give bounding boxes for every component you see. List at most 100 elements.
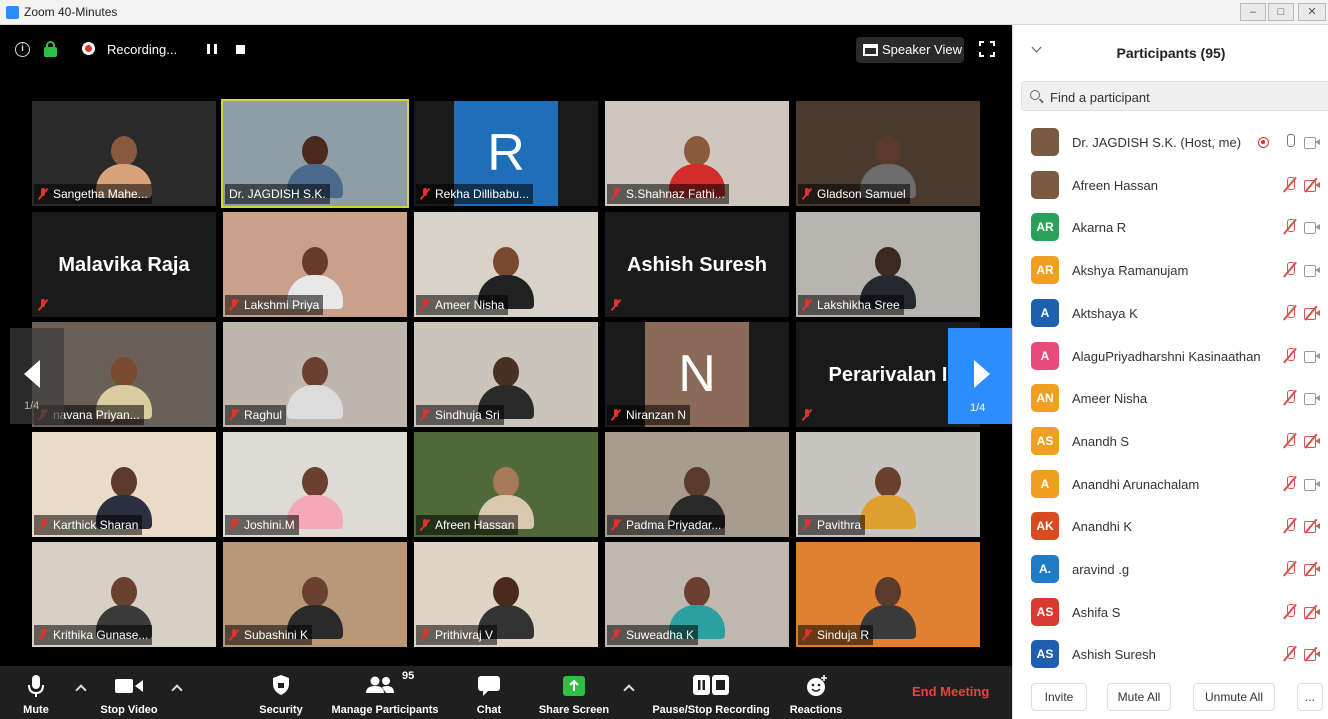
muted-mic-icon[interactable] — [1284, 219, 1296, 235]
participant-row[interactable]: A Aktshaya K — [1013, 294, 1328, 336]
muted-mic-icon[interactable] — [1284, 176, 1296, 193]
muted-mic-icon[interactable] — [1284, 304, 1296, 321]
participant-row[interactable]: Dr. JAGDISH S.K. (Host, me) — [1013, 123, 1328, 165]
chat-icon — [478, 676, 500, 696]
video-camera-icon[interactable] — [1304, 265, 1320, 278]
muted-mic-icon[interactable] — [1284, 432, 1296, 449]
video-tile[interactable]: Sinduja R — [796, 542, 980, 647]
muted-mic-icon[interactable] — [1284, 347, 1296, 364]
invite-button[interactable]: Invite — [1031, 683, 1087, 711]
video-tile[interactable]: Sangetha Mahe... — [32, 101, 216, 206]
close-window-button[interactable]: ✕ — [1298, 3, 1326, 21]
maximize-window-button[interactable]: □ — [1268, 3, 1294, 21]
muted-mic-icon[interactable] — [1284, 475, 1296, 492]
unmute-all-button[interactable]: Unmute All — [1193, 683, 1275, 711]
lock-icon[interactable] — [44, 41, 57, 57]
video-tile[interactable]: Lakshikha Sree — [796, 212, 980, 317]
video-camera-icon[interactable] — [1304, 393, 1320, 406]
participant-name: Prithivraj V — [435, 628, 494, 642]
muted-mic-icon[interactable] — [1284, 262, 1296, 278]
fullscreen-icon[interactable] — [979, 41, 995, 57]
participant-list-name: Ameer Nisha — [1072, 391, 1148, 407]
video-tile[interactable]: Dr. JAGDISH S.K. — [221, 99, 409, 208]
audio-options-caret-icon[interactable] — [75, 684, 87, 696]
participant-search-input[interactable]: Find a participant — [1021, 81, 1328, 111]
video-tile[interactable]: R Rekha Dillibabu... — [414, 101, 598, 206]
stop-video-label: Stop Video — [100, 704, 158, 716]
video-camera-icon[interactable] — [1304, 478, 1320, 491]
share-options-caret-icon[interactable] — [623, 684, 635, 696]
video-tile[interactable]: Ameer Nisha — [414, 212, 598, 317]
reactions-button[interactable]: Reactions — [786, 666, 846, 719]
muted-mic-icon — [611, 519, 621, 531]
muted-mic-icon[interactable] — [1284, 390, 1296, 406]
window-title: Zoom 40-Minutes — [24, 5, 118, 19]
video-tile[interactable]: Suweadha K — [605, 542, 789, 647]
participant-row[interactable]: A Anandhi Arunachalam — [1013, 465, 1328, 507]
participant-row[interactable]: A. aravind .g — [1013, 550, 1328, 592]
video-tile[interactable]: Ashish Suresh — [605, 212, 789, 317]
chat-button[interactable]: Chat — [466, 666, 512, 719]
video-tile[interactable]: Afreen Hassan — [414, 432, 598, 537]
pause-recording-icon[interactable] — [207, 44, 217, 54]
video-tile[interactable]: Subashini K — [223, 542, 407, 647]
participant-name: Afreen Hassan — [435, 518, 515, 532]
info-icon[interactable]: i — [15, 42, 30, 57]
video-tile[interactable]: Gladson Samuel — [796, 101, 980, 206]
muted-mic-icon[interactable] — [1284, 518, 1296, 534]
pause-stop-recording-button[interactable]: Pause/Stop Recording — [646, 666, 776, 719]
minimize-window-button[interactable]: – — [1240, 3, 1266, 21]
video-camera-icon[interactable] — [1304, 350, 1320, 363]
participant-row[interactable]: AN Ameer Nisha — [1013, 379, 1328, 421]
previous-page-button[interactable]: 1/4 — [10, 328, 64, 424]
participant-name-tag: Padma Priyadar... — [607, 515, 726, 535]
participant-row[interactable]: AS Anandh S — [1013, 422, 1328, 464]
participant-row[interactable]: AR Akshya Ramanujam — [1013, 251, 1328, 293]
video-tile[interactable]: Malavika Raja — [32, 212, 216, 317]
muted-mic-icon[interactable] — [1284, 646, 1296, 662]
video-options-caret-icon[interactable] — [171, 684, 183, 696]
participant-name: Pavithra — [817, 518, 862, 532]
participant-name-tag: Joshini.M — [225, 515, 299, 535]
participant-name: Sangetha Mahe... — [53, 187, 148, 201]
video-tile[interactable]: Prithivraj V — [414, 542, 598, 647]
video-tile[interactable]: Krithika Gunase... — [32, 542, 216, 647]
video-tile[interactable]: Raghul — [223, 322, 407, 427]
video-tile[interactable]: Sindhuja Sri — [414, 322, 598, 427]
muted-mic-icon — [802, 629, 812, 641]
security-button[interactable]: Security — [252, 666, 310, 719]
video-tile[interactable]: S.Shahnaz Fathi... — [605, 101, 789, 206]
stop-recording-icon[interactable] — [236, 45, 245, 54]
participant-name-tag: Raghul — [225, 405, 287, 425]
next-page-button[interactable]: 1/4 — [948, 328, 1012, 424]
video-camera-icon[interactable] — [1304, 222, 1320, 235]
stop-video-button[interactable]: Stop Video — [92, 666, 166, 719]
participant-row[interactable]: A AlaguPriyadharshni Kasinaathan — [1013, 337, 1328, 379]
video-tile[interactable]: Pavithra — [796, 432, 980, 537]
speaker-view-button[interactable]: Speaker View — [856, 37, 964, 63]
manage-participants-button[interactable]: 95 Manage Participants — [324, 666, 446, 719]
video-tile[interactable]: Joshini.M — [223, 432, 407, 537]
video-tile[interactable]: Lakshmi Priya — [223, 212, 407, 317]
participant-name: Padma Priyadar... — [626, 518, 722, 532]
video-camera-icon[interactable] — [1304, 137, 1320, 149]
more-options-button[interactable]: ... — [1297, 683, 1323, 711]
participant-row[interactable]: AS Ashish Suresh — [1013, 635, 1328, 677]
video-tile[interactable]: N Niranzan N — [605, 322, 789, 427]
mute-all-button[interactable]: Mute All — [1107, 683, 1171, 711]
participant-row[interactable]: AR Akarna R — [1013, 208, 1328, 250]
video-tile[interactable]: Padma Priyadar... — [605, 432, 789, 537]
end-meeting-button[interactable]: End Meeting — [912, 684, 989, 699]
participant-list-name: Afreen Hassan — [1072, 177, 1158, 193]
participant-name: S.Shahnaz Fathi... — [626, 187, 725, 201]
muted-mic-icon[interactable] — [1284, 603, 1296, 620]
participant-row[interactable]: Afreen Hassan — [1013, 166, 1328, 208]
microphone-icon[interactable] — [1284, 134, 1296, 150]
mute-button[interactable]: Mute — [10, 666, 62, 719]
participant-name: Joshini.M — [244, 518, 295, 532]
video-tile[interactable]: Karthick Sharan — [32, 432, 216, 537]
participant-row[interactable]: AS Ashifa S — [1013, 593, 1328, 635]
participant-row[interactable]: AK Anandhi K — [1013, 507, 1328, 549]
muted-mic-icon[interactable] — [1284, 561, 1296, 577]
share-screen-button[interactable]: Share Screen — [534, 666, 614, 719]
